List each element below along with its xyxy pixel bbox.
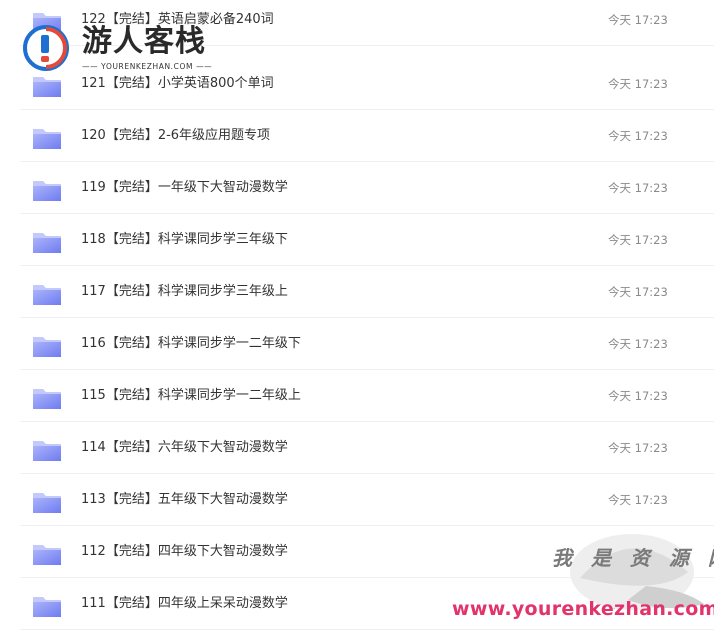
file-name: 119【完结】一年级下大智动漫数学 — [81, 180, 288, 195]
modified-time: 今天 17:23 — [608, 493, 668, 507]
modified-time: 今天 17:23 — [608, 77, 668, 91]
folder-icon — [33, 285, 61, 305]
file-name: 113【完结】五年级下大智动漫数学 — [81, 492, 288, 507]
modified-time: 今天 17:23 — [608, 181, 668, 195]
logo-brand-text: 游人客栈 — [82, 24, 206, 59]
list-item[interactable]: 120【完结】2-6年级应用题专项 今天 17:23 — [20, 110, 714, 162]
list-item[interactable]: 113【完结】五年级下大智动漫数学 今天 17:23 — [20, 474, 714, 526]
file-name: 114【完结】六年级下大智动漫数学 — [81, 440, 288, 455]
modified-time: 今天 17:23 — [608, 441, 668, 455]
folder-icon — [33, 545, 61, 565]
folder-icon — [33, 389, 61, 409]
file-name: 112【完结】四年级下大智动漫数学 — [81, 544, 288, 559]
watermark-bottom: 我 是 资 源 网 www.yourenkezhan.com — [440, 520, 714, 629]
logo-badge-icon — [23, 25, 69, 71]
file-name: 115【完结】科学课同步学一二年级上 — [81, 388, 301, 403]
modified-time: 今天 17:23 — [608, 129, 668, 143]
folder-icon — [33, 597, 61, 617]
list-item[interactable]: 114【完结】六年级下大智动漫数学 今天 17:23 — [20, 422, 714, 474]
file-name: 118【完结】科学课同步学三年级下 — [81, 232, 288, 247]
list-item[interactable]: 115【完结】科学课同步学一二年级上 今天 17:23 — [20, 370, 714, 422]
folder-icon — [33, 181, 61, 201]
folder-icon — [33, 493, 61, 513]
watermark-url-text: www.yourenkezhan.com — [452, 598, 714, 620]
file-name: 120【完结】2-6年级应用题专项 — [81, 128, 271, 143]
logo-domain-text: —— YOURENKEZHAN.COM —— — [82, 62, 213, 71]
folder-icon — [33, 441, 61, 461]
modified-time: 今天 17:23 — [608, 233, 668, 247]
watermark-chinese-text: 我 是 资 源 网 — [552, 546, 714, 570]
list-item[interactable]: 118【完结】科学课同步学三年级下 今天 17:23 — [20, 214, 714, 266]
file-name: 116【完结】科学课同步学一二年级下 — [81, 336, 301, 351]
list-item[interactable]: 116【完结】科学课同步学一二年级下 今天 17:23 — [20, 318, 714, 370]
folder-icon — [33, 233, 61, 253]
list-item[interactable]: 117【完结】科学课同步学三年级上 今天 17:23 — [20, 266, 714, 318]
folder-icon — [33, 129, 61, 149]
folder-icon — [33, 337, 61, 357]
list-item[interactable]: 119【完结】一年级下大智动漫数学 今天 17:23 — [20, 162, 714, 214]
watermark-logo: 游人客栈 —— YOURENKEZHAN.COM —— — [22, 18, 222, 78]
modified-time: 今天 17:23 — [608, 285, 668, 299]
modified-time: 今天 17:23 — [608, 337, 668, 351]
file-name: 117【完结】科学课同步学三年级上 — [81, 284, 288, 299]
modified-time: 今天 17:23 — [608, 389, 668, 403]
modified-time: 今天 17:23 — [608, 13, 668, 27]
file-name: 111【完结】四年级上呆呆动漫数学 — [81, 596, 288, 611]
